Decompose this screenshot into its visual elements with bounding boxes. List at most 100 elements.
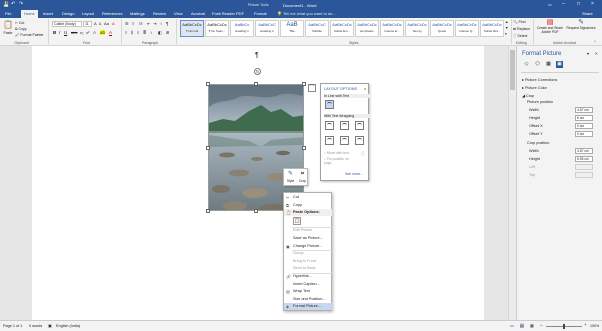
move-with-text-radio[interactable]: ○ Move with text	[324, 151, 349, 155]
copy-button[interactable]: ⧉ Copy	[15, 27, 27, 31]
context-menu-item[interactable]: ⧉ Copy	[284, 202, 332, 209]
style-item[interactable]: AaBbCcDc Subtle Em...	[330, 20, 354, 37]
style-item[interactable]: AaBbCcDc ¶ No Spac...	[205, 20, 229, 37]
context-menu-item[interactable]: ▣ Change Picture...	[284, 243, 332, 250]
layout-options-button[interactable]: ⌒	[308, 84, 316, 92]
underline-icon[interactable]: U	[64, 30, 67, 35]
tab-insert[interactable]: Insert	[43, 11, 53, 16]
close-icon[interactable]: ×	[364, 86, 366, 91]
context-menu-item[interactable]: 🔗 Hyperlink...	[284, 273, 332, 280]
tab-foxit[interactable]: Foxit Reader PDF	[212, 11, 244, 16]
pane-close-icon[interactable]: ×	[595, 51, 598, 56]
keep-source-formatting-icon[interactable]: 📋	[293, 216, 301, 225]
resize-handle[interactable]	[206, 146, 210, 150]
tab-acrobat[interactable]: Acrobat	[191, 11, 205, 16]
style-item[interactable]: AaB Title	[280, 20, 304, 37]
style-item[interactable]: AaBbCcDc Quote	[430, 20, 454, 37]
highlight-icon[interactable]: ab	[100, 30, 106, 35]
align-center-icon[interactable]: ≡	[131, 30, 134, 35]
fix-position-radio[interactable]: ○ Fix position on page	[324, 157, 354, 165]
rotate-handle-icon[interactable]: ↻	[254, 68, 261, 75]
tight-wrap-icon[interactable]	[340, 121, 349, 130]
bullets-icon[interactable]: ☰	[125, 21, 129, 26]
zoom-in-icon[interactable]: +	[584, 322, 587, 327]
strikethrough-icon[interactable]: abc	[71, 30, 77, 35]
offset-x-input[interactable]: 0 cm	[575, 123, 593, 129]
in-front-of-text-icon[interactable]	[355, 136, 364, 145]
style-item[interactable]: AaBbCcC Subtitle	[305, 20, 329, 37]
create-share-pdf-button[interactable]: ▤ Create and Share Adobe PDF	[535, 19, 565, 34]
align-left-icon[interactable]: ≡	[125, 30, 127, 35]
in-line-with-text-icon[interactable]	[325, 100, 334, 109]
scroll-thumb[interactable]	[510, 50, 515, 90]
collapse-ribbon-icon[interactable]: ^	[594, 40, 596, 44]
tab-design[interactable]: Design	[62, 11, 74, 16]
multilevel-list-icon[interactable]: ☷	[139, 21, 143, 26]
gallery-up-icon[interactable]: ▲	[505, 20, 508, 24]
undo-icon[interactable]: ↶	[11, 1, 15, 7]
resize-handle[interactable]	[254, 209, 258, 213]
style-item[interactable]: AaBbCcDc ¶ Normal	[180, 20, 204, 37]
bold-icon[interactable]: B	[53, 30, 56, 35]
change-case-icon[interactable]: Aa	[104, 21, 109, 26]
close-icon[interactable]: ×	[591, 1, 594, 7]
tab-view[interactable]: View	[174, 11, 183, 16]
context-menu-item[interactable]: 📋	[284, 216, 332, 227]
through-wrap-icon[interactable]	[355, 121, 364, 130]
clear-format-icon[interactable]: A	[112, 21, 115, 26]
style-item[interactable]: AaBbCcDc Subtle Ref...	[480, 20, 504, 37]
text-effects-icon[interactable]: A	[93, 30, 96, 35]
crop-button[interactable]: ⌗ Crop	[297, 170, 308, 186]
fill-line-icon[interactable]: ◇	[523, 61, 530, 68]
cut-button[interactable]: ✂ Cut	[15, 21, 24, 25]
print-layout-icon[interactable]: ▤	[520, 323, 524, 328]
show-marks-icon[interactable]: ¶	[166, 21, 168, 26]
picture-color-section[interactable]: ▸ Picture Color	[522, 85, 547, 90]
resize-handle[interactable]	[254, 82, 258, 86]
context-menu-item[interactable]: Insert Caption...	[284, 281, 332, 288]
zoom-out-icon[interactable]: –	[540, 323, 543, 328]
document-page[interactable]: ¶ ↻ ⌒ LAYOUT OPTIONS × In Line with Text…	[32, 46, 484, 320]
style-item[interactable]: AaBbCcDc Strong	[405, 20, 429, 37]
read-mode-icon[interactable]: ▭	[510, 323, 514, 328]
tab-mailings[interactable]: Mailings	[130, 11, 145, 16]
context-menu-item[interactable]: ◈ Format Picture...	[284, 303, 332, 311]
context-menu-item[interactable]: ✂ Cut	[284, 194, 332, 201]
decrease-indent-icon[interactable]: ⇤	[147, 21, 150, 26]
tab-review[interactable]: Review	[153, 11, 166, 16]
ribbon-display-icon[interactable]: ▭	[548, 2, 552, 7]
request-signatures-button[interactable]: ✎ Request Signatures	[566, 19, 596, 31]
tab-home[interactable]: Home	[21, 10, 38, 18]
font-name-select[interactable]: Calibri (Body)	[52, 21, 82, 27]
top-bottom-wrap-icon[interactable]	[325, 136, 334, 145]
superscript-icon[interactable]: x²	[86, 30, 89, 35]
context-menu-item[interactable]: Size and Position...	[284, 296, 332, 303]
crop-section[interactable]: ◢ Crop	[522, 93, 534, 98]
effects-icon[interactable]: ⬠	[534, 61, 541, 68]
format-painter-button[interactable]: 🖌 Format Painter	[15, 33, 44, 37]
see-more-link[interactable]: See more...	[345, 172, 363, 176]
style-item[interactable]: AaBbCcC Heading 2	[255, 20, 279, 37]
find-button[interactable]: 🔍 Find	[513, 20, 525, 24]
resize-handle[interactable]	[302, 146, 306, 150]
justify-icon[interactable]: ≣	[143, 30, 146, 35]
borders-icon[interactable]: ⊞	[166, 30, 169, 35]
style-item[interactable]: AaBbCcDc Intense Q...	[455, 20, 479, 37]
minimize-icon[interactable]: –	[562, 1, 565, 7]
zoom-level[interactable]: 100%	[590, 324, 599, 328]
offset-y-input[interactable]: 0 cm	[575, 131, 593, 137]
replace-button[interactable]: ⇄ Replace	[513, 27, 530, 31]
maximize-icon[interactable]: □	[577, 1, 580, 7]
zoom-slider-thumb[interactable]	[563, 324, 565, 329]
language-indicator[interactable]: English (India)	[56, 324, 80, 328]
gallery-more-icon[interactable]: ▾	[505, 32, 507, 36]
shrink-font-icon[interactable]: A	[99, 22, 101, 26]
numbering-icon[interactable]: ≡	[132, 21, 134, 26]
paste-button[interactable]: 📋 Paste	[2, 20, 14, 38]
picture-corrections-section[interactable]: ▸ Picture Corrections	[522, 77, 557, 82]
picture-height-input[interactable]: 6 cm	[575, 115, 593, 121]
font-color-icon[interactable]: A	[109, 30, 112, 35]
proofing-icon[interactable]: ▣	[48, 323, 52, 328]
save-icon[interactable]: 💾	[3, 2, 9, 8]
redo-icon[interactable]: ↷	[19, 1, 23, 7]
